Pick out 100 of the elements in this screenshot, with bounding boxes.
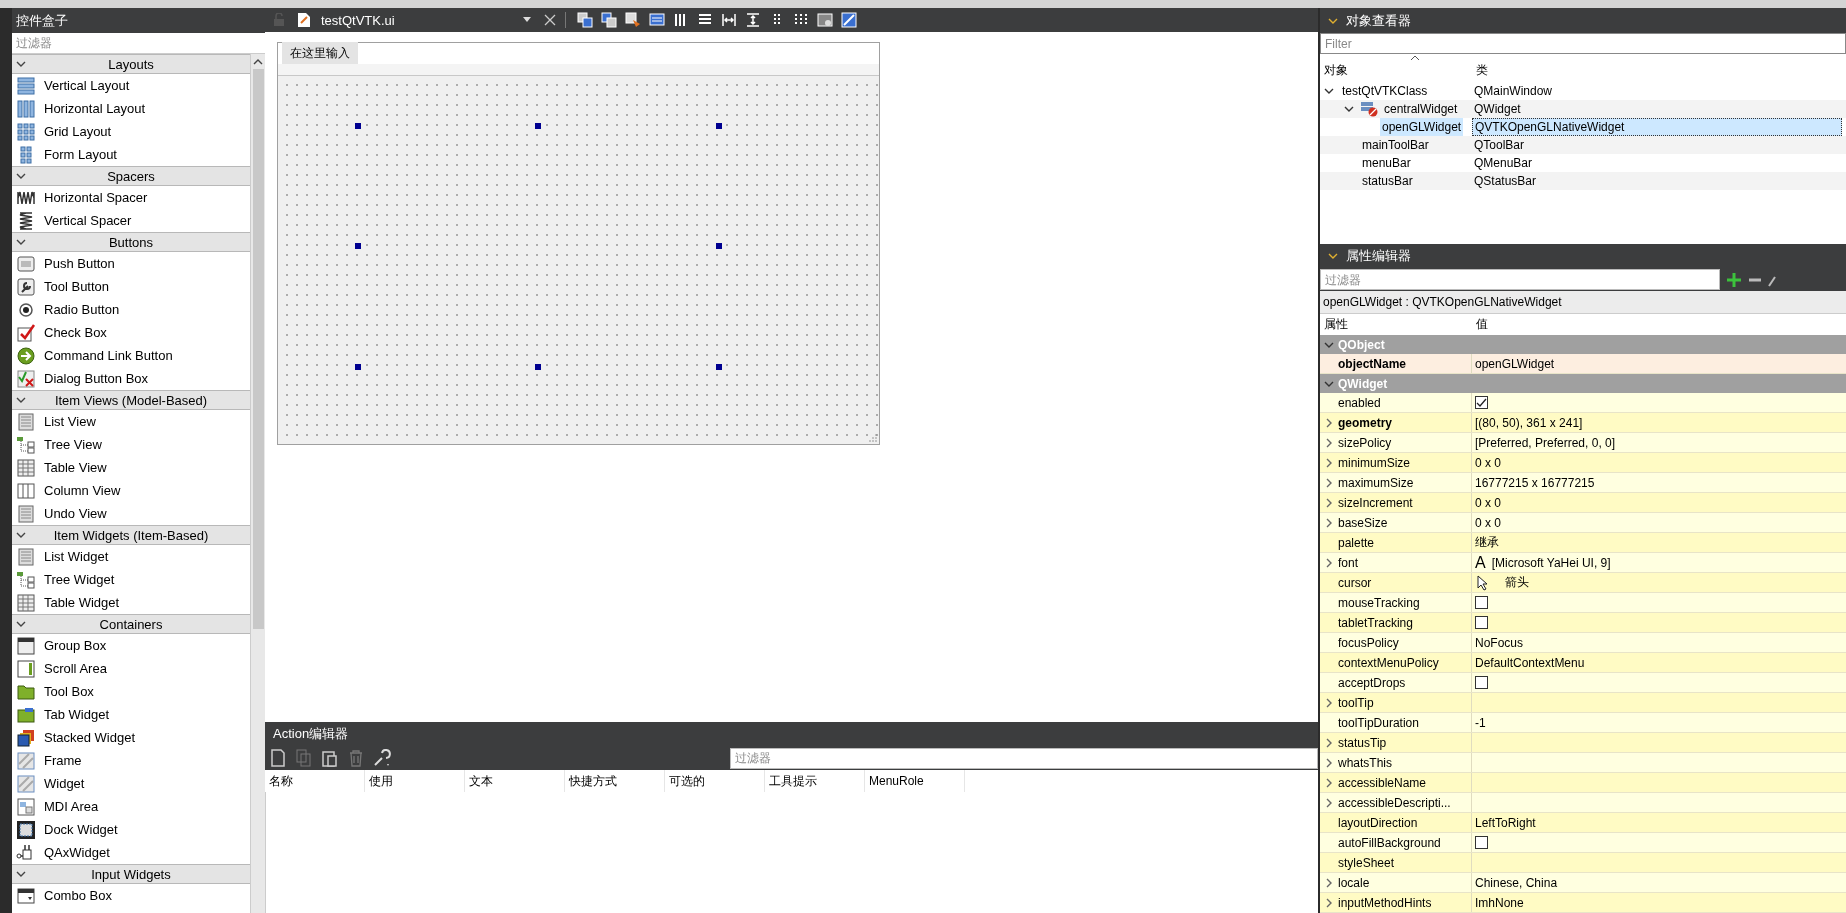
property-value[interactable]: ImhNone <box>1475 895 1524 910</box>
category-header[interactable]: Item Widgets (Item-Based) <box>12 525 250 545</box>
property-row[interactable]: focusPolicy NoFocus <box>1320 633 1846 653</box>
widget-box-item[interactable]: Dialog Button Box <box>12 367 250 390</box>
widget-box-item[interactable]: Command Link Button <box>12 344 250 367</box>
tree-item[interactable]: testQtVTKClass <box>1340 82 1430 100</box>
widget-box-item[interactable]: QAxWidget <box>12 841 250 864</box>
selection-handle[interactable] <box>716 364 722 370</box>
property-row[interactable]: maximumSize 16777215 x 16777215 <box>1320 473 1846 493</box>
property-row[interactable]: contextMenuPolicy DefaultContextMenu <box>1320 653 1846 673</box>
file-tab[interactable]: testQtVTK.ui <box>321 12 516 28</box>
property-row[interactable]: cursor 箭头 <box>1320 573 1846 593</box>
checkbox[interactable] <box>1475 396 1488 409</box>
property-row[interactable]: statusTip <box>1320 733 1846 753</box>
checkbox[interactable] <box>1475 676 1488 689</box>
property-value[interactable]: 0 x 0 <box>1475 455 1501 470</box>
property-row[interactable]: accessibleDescripti... <box>1320 793 1846 813</box>
selection-handle[interactable] <box>716 243 722 249</box>
widget-box-item[interactable]: Check Box <box>12 321 250 344</box>
column-header[interactable]: 属性 <box>1320 316 1472 333</box>
filter-field[interactable]: 过滤器 <box>1320 269 1720 290</box>
property-row[interactable]: sizePolicy [Preferred, Preferred, 0, 0] <box>1320 433 1846 453</box>
property-value[interactable]: NoFocus <box>1475 635 1524 650</box>
property-value[interactable]: [(80, 50), 361 x 241] <box>1475 415 1583 430</box>
filter-field[interactable]: 过滤器 <box>12 33 265 54</box>
category-header[interactable]: Layouts <box>12 54 250 74</box>
selection-handle[interactable] <box>535 123 541 129</box>
category-header[interactable]: Buttons <box>12 232 250 252</box>
widget-box-item[interactable]: Undo View <box>12 502 250 525</box>
widget-box-item[interactable]: Grid Layout <box>12 120 250 143</box>
widget-box-item[interactable]: List View <box>12 410 250 433</box>
scroll-bar[interactable] <box>250 54 265 913</box>
property-value[interactable]: 继承 <box>1475 534 1499 551</box>
filter-field[interactable]: Filter <box>1320 33 1846 54</box>
property-value[interactable]: [Microsoft YaHei UI, 9] <box>1491 555 1611 570</box>
widget-box-item[interactable]: Push Button <box>12 252 250 275</box>
widget-box-item[interactable]: Widget <box>12 772 250 795</box>
selection-handle[interactable] <box>355 364 361 370</box>
property-row[interactable]: accessibleName <box>1320 773 1846 793</box>
property-value[interactable]: 箭头 <box>1505 574 1529 591</box>
category-header[interactable]: Containers <box>12 614 250 634</box>
property-row[interactable]: toolTip <box>1320 693 1846 713</box>
widget-box-item[interactable]: Table View <box>12 456 250 479</box>
property-value[interactable]: [Preferred, Preferred, 0, 0] <box>1475 435 1616 450</box>
widget-box-item[interactable]: Tree Widget <box>12 568 250 591</box>
property-row[interactable]: whatsThis <box>1320 753 1846 773</box>
property-row[interactable]: objectName openGLWidget <box>1320 354 1846 374</box>
category-header[interactable]: Spacers <box>12 166 250 186</box>
selection-handle[interactable] <box>355 243 361 249</box>
widget-box-item[interactable]: Tool Button <box>12 275 250 298</box>
property-row[interactable]: locale Chinese, China <box>1320 873 1846 893</box>
checkbox[interactable] <box>1475 836 1488 849</box>
property-value[interactable]: 0 x 0 <box>1475 515 1501 530</box>
property-row[interactable]: styleSheet <box>1320 853 1846 873</box>
property-row[interactable]: inputMethodHints ImhNone <box>1320 893 1846 913</box>
widget-box-item[interactable]: Tab Widget <box>12 703 250 726</box>
widget-box-item[interactable]: Horizontal Layout <box>12 97 250 120</box>
property-value[interactable]: 16777215 x 16777215 <box>1475 475 1595 490</box>
property-row[interactable]: font A [Microsoft YaHei UI, 9] <box>1320 553 1846 573</box>
widget-box-item[interactable]: Radio Button <box>12 298 250 321</box>
widget-box-item[interactable]: MDI Area <box>12 795 250 818</box>
widget-box-item[interactable]: Stacked Widget <box>12 726 250 749</box>
property-row[interactable]: layoutDirection LeftToRight <box>1320 813 1846 833</box>
widget-box-item[interactable]: Tool Box <box>12 680 250 703</box>
tree-item[interactable]: statusBar <box>1360 172 1415 190</box>
widget-box-item[interactable]: Scroll Area <box>12 657 250 680</box>
category-header[interactable]: Item Views (Model-Based) <box>12 390 250 410</box>
widget-box-item[interactable]: Vertical Spacer <box>12 209 250 232</box>
widget-box-item[interactable]: Form Layout <box>12 143 250 166</box>
property-row[interactable]: mouseTracking <box>1320 593 1846 613</box>
widget-box-item[interactable]: Column View <box>12 479 250 502</box>
filter-field[interactable]: 过滤器 <box>730 747 1318 769</box>
property-row[interactable]: autoFillBackground <box>1320 833 1846 853</box>
property-value[interactable]: LeftToRight <box>1475 815 1536 830</box>
selection-handle[interactable] <box>716 123 722 129</box>
selection-handle[interactable] <box>535 364 541 370</box>
tree-item[interactable]: menuBar <box>1360 154 1413 172</box>
property-row[interactable]: toolTipDuration -1 <box>1320 713 1846 733</box>
property-row[interactable]: tabletTracking <box>1320 613 1846 633</box>
property-row[interactable]: minimumSize 0 x 0 <box>1320 453 1846 473</box>
menu-placeholder[interactable]: 在这里输入 <box>282 42 358 64</box>
property-value[interactable]: openGLWidget <box>1475 356 1555 371</box>
widget-box-item[interactable]: Vertical Layout <box>12 74 250 97</box>
widget-box-item[interactable]: Tree View <box>12 433 250 456</box>
form-window[interactable]: 在这里输入 <box>277 42 880 445</box>
widget-box-item[interactable]: Table Widget <box>12 591 250 614</box>
property-row[interactable]: baseSize 0 x 0 <box>1320 513 1846 533</box>
tree-item[interactable]: openGLWidget <box>1380 118 1464 136</box>
property-row[interactable]: geometry [(80, 50), 361 x 241] <box>1320 413 1846 433</box>
widget-box-item[interactable]: Combo Box <box>12 884 250 907</box>
property-value[interactable]: -1 <box>1475 715 1486 730</box>
widget-box-item[interactable]: Frame <box>12 749 250 772</box>
tree-item[interactable]: centralWidget <box>1382 100 1460 118</box>
selection-handle[interactable] <box>355 123 361 129</box>
widget-box-item[interactable]: Dock Widget <box>12 818 250 841</box>
property-row[interactable]: palette 继承 <box>1320 533 1846 553</box>
widget-box-item[interactable]: Group Box <box>12 634 250 657</box>
property-row[interactable]: enabled <box>1320 393 1846 413</box>
property-row[interactable]: sizeIncrement 0 x 0 <box>1320 493 1846 513</box>
property-row[interactable]: acceptDrops <box>1320 673 1846 693</box>
